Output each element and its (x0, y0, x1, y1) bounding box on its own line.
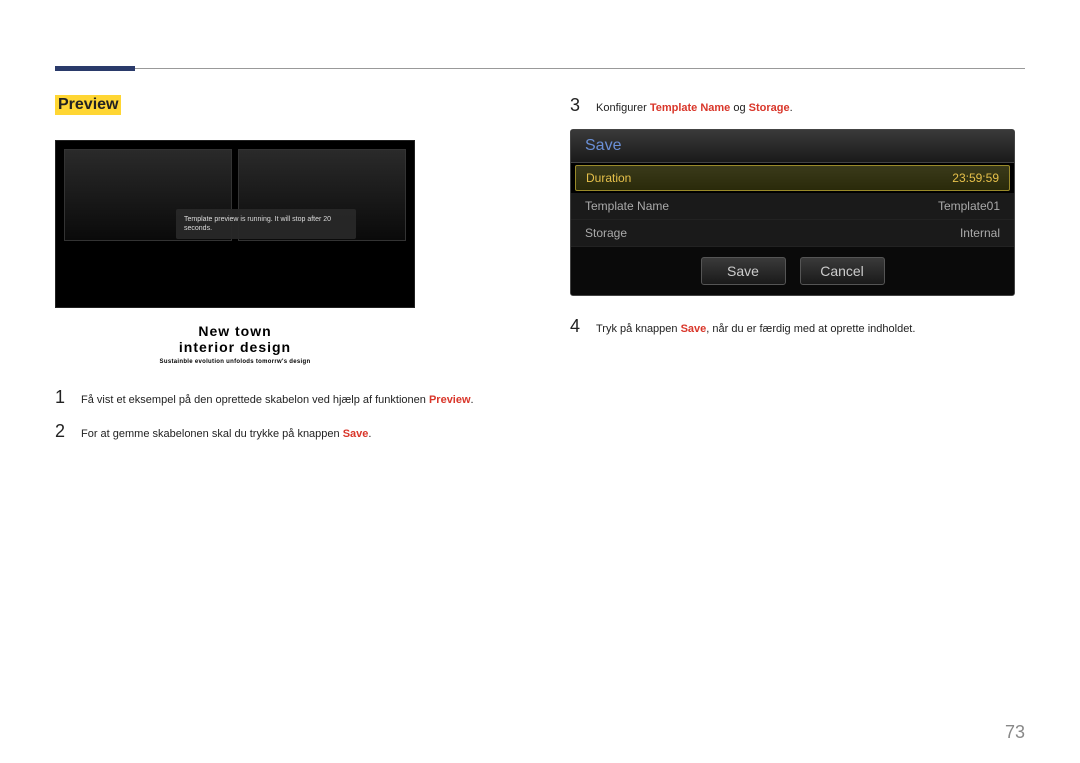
row-label: Template Name (585, 199, 669, 213)
step-text: Få vist et eksempel på den oprettede ska… (81, 392, 474, 409)
left-column: Preview Template preview is running. It … (55, 95, 510, 454)
dialog-row-duration[interactable]: Duration 23:59:59 (575, 165, 1010, 191)
highlight-preview: Preview (429, 394, 471, 406)
row-value: Internal (960, 226, 1000, 240)
cancel-button[interactable]: Cancel (800, 257, 885, 285)
section-title: Preview (55, 95, 121, 115)
caption-line1: New town (55, 323, 415, 339)
highlight-storage: Storage (749, 102, 790, 114)
header-accent-bar (55, 66, 135, 71)
step-2: 2 For at gemme skabelonen skal du trykke… (55, 421, 510, 443)
save-button[interactable]: Save (701, 257, 786, 285)
dialog-row-storage[interactable]: Storage Internal (571, 220, 1014, 247)
row-label: Storage (585, 226, 627, 240)
dialog-row-template-name[interactable]: Template Name Template01 (571, 193, 1014, 220)
highlight-save: Save (681, 323, 707, 335)
header-divider (55, 68, 1025, 69)
page-number: 73 (1005, 722, 1025, 743)
row-label: Duration (586, 171, 631, 185)
step-3: 3 Konfigurer Template Name og Storage. (570, 95, 1025, 117)
step-number: 4 (570, 316, 582, 337)
step-number: 2 (55, 421, 67, 442)
preview-tooltip: Template preview is running. It will sto… (176, 209, 356, 239)
highlight-save: Save (343, 428, 369, 440)
row-value: 23:59:59 (952, 171, 999, 185)
caption-line3: Sustainble evolution unfolods tomorrw's … (55, 359, 415, 365)
step-number: 1 (55, 387, 67, 408)
preview-screenshot: Template preview is running. It will sto… (55, 140, 415, 308)
row-value: Template01 (938, 199, 1000, 213)
highlight-template-name: Template Name (650, 102, 731, 114)
dialog-title: Save (571, 130, 1014, 163)
step-4: 4 Tryk på knappen Save, når du er færdig… (570, 316, 1025, 338)
save-dialog: Save Duration 23:59:59 Template Name Tem… (570, 129, 1015, 296)
caption-line2: interior design (55, 339, 415, 355)
step-text: For at gemme skabelonen skal du trykke p… (81, 426, 371, 443)
step-text: Tryk på knappen Save, når du er færdig m… (596, 321, 915, 338)
step-number: 3 (570, 95, 582, 116)
right-column: 3 Konfigurer Template Name og Storage. S… (570, 95, 1025, 454)
preview-caption: New town interior design Sustainble evol… (55, 323, 415, 365)
step-text: Konfigurer Template Name og Storage. (596, 100, 793, 117)
step-1: 1 Få vist et eksempel på den oprettede s… (55, 387, 510, 409)
